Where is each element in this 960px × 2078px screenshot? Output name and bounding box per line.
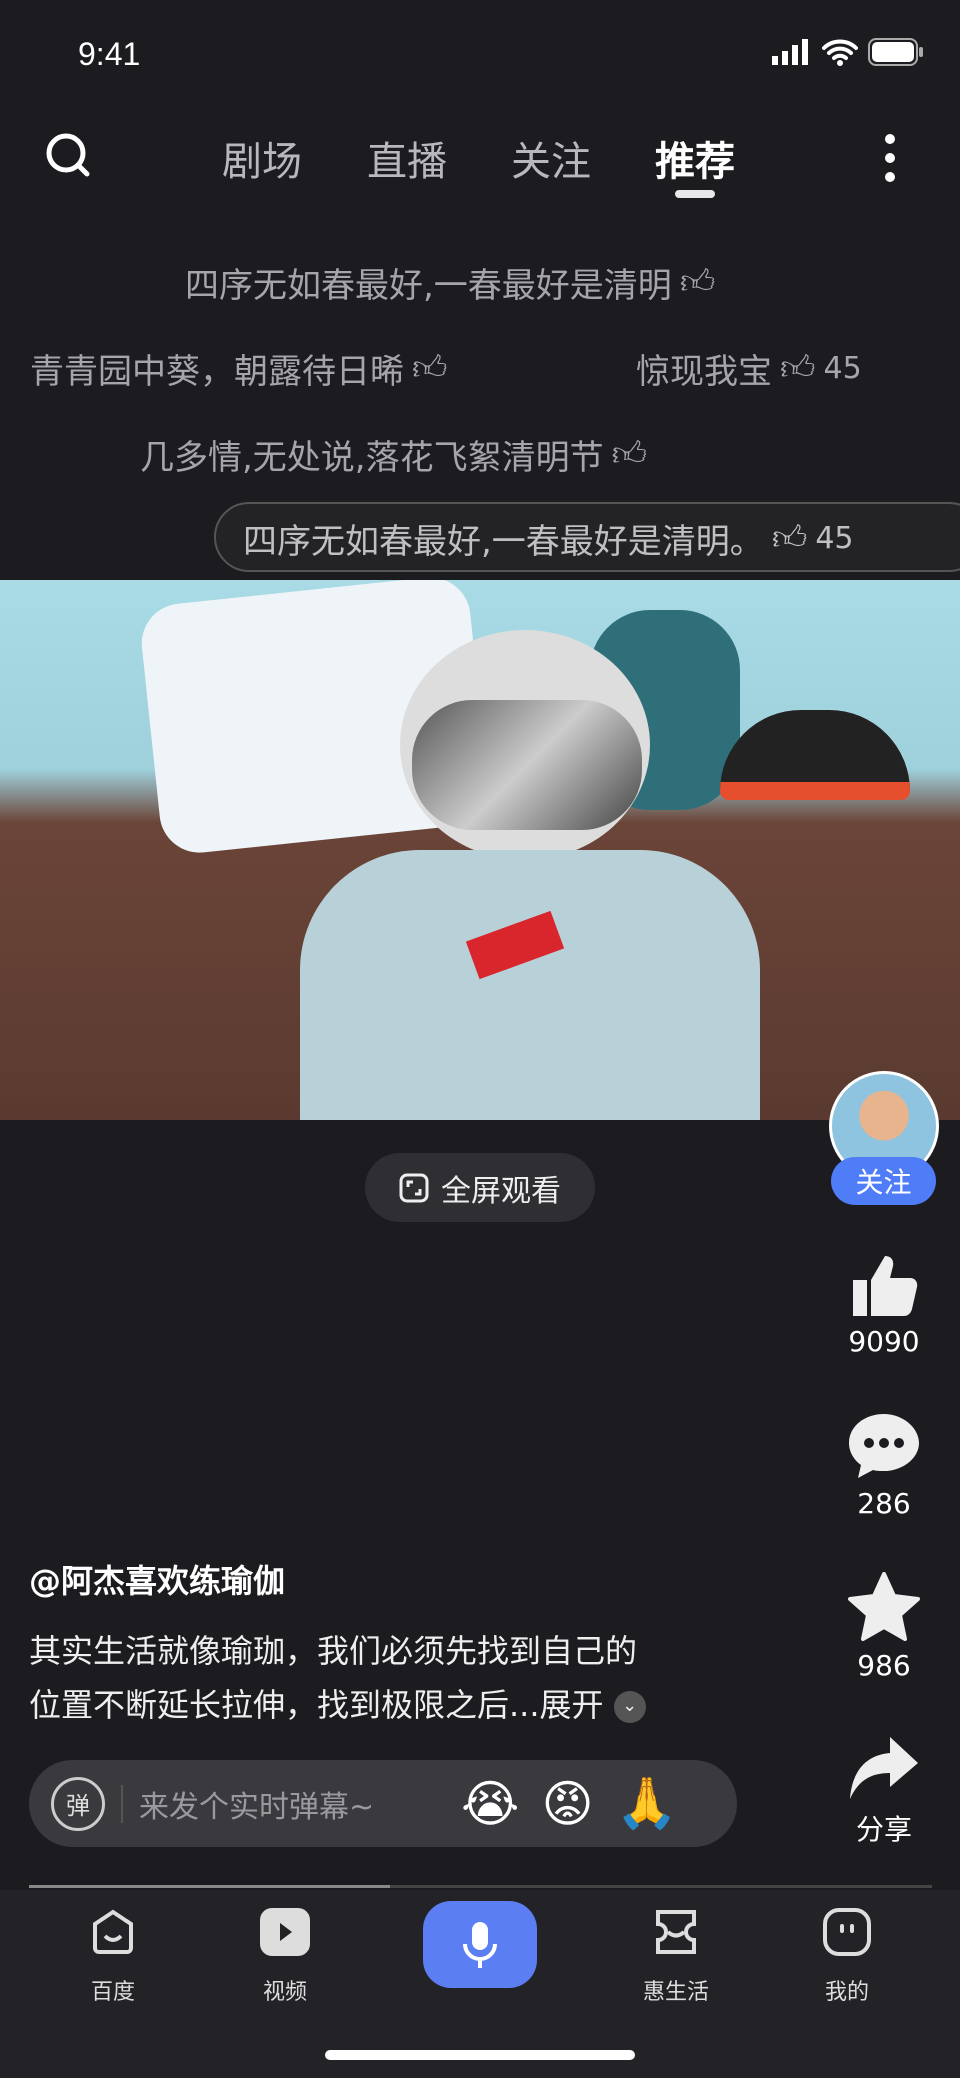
status-time: 9:41: [78, 36, 141, 72]
active-tab-indicator: [675, 190, 715, 198]
danmaku-input[interactable]: 来发个实时弹幕~: [139, 1782, 439, 1826]
thumb-up-icon[interactable]: 👍︎: [680, 262, 716, 303]
thumb-up-icon[interactable]: 👍︎: [412, 348, 448, 389]
danmaku-text: 惊现我宝: [636, 352, 772, 392]
fullscreen-label: 全屏观看: [441, 1173, 561, 1209]
comment-button[interactable]: 286: [826, 1412, 942, 1520]
voice-search-button[interactable]: [423, 1901, 537, 1988]
username[interactable]: @阿杰喜欢练瑜伽: [29, 1556, 285, 1602]
share-icon: [850, 1737, 918, 1799]
thumb-up-icon[interactable]: 👍︎: [772, 518, 808, 559]
favorite-button[interactable]: 986: [826, 1572, 942, 1682]
comment-count: 286: [857, 1487, 911, 1520]
star-icon: [848, 1572, 920, 1641]
emoji-angry[interactable]: 😡: [541, 1775, 593, 1833]
nav-label: 视频: [262, 1980, 307, 2005]
tab-following[interactable]: 关注: [511, 129, 591, 187]
danmaku-text: 几多情,无处说,落花飞絮清明节: [140, 438, 604, 478]
cap: [720, 710, 910, 800]
nav-baidu[interactable]: 百度: [53, 1908, 173, 2006]
post-description: 其实生活就像瑜珈，我们必须先找到自己的 位置不断延长拉伸，找到极限之后...展开…: [29, 1624, 749, 1732]
like-count: 45: [823, 351, 862, 386]
smile-bag-icon: [656, 1910, 696, 1954]
danmaku-text: 四序无如春最好,一春最好是清明。: [243, 522, 764, 562]
like-button[interactable]: 9090: [826, 1252, 942, 1358]
thumb-up-icon[interactable]: 👍︎: [780, 348, 816, 389]
expand-label: 展开: [539, 1686, 604, 1724]
divider: [121, 1784, 123, 1823]
microphone-icon: [463, 1921, 497, 1968]
comment-icon: [849, 1414, 919, 1478]
share-label: 分享: [855, 1813, 912, 1846]
danmaku-item[interactable]: 青青园中葵，朝露待日晞 👍︎: [30, 344, 448, 393]
video-frame[interactable]: [0, 580, 960, 1120]
tab-theater[interactable]: 剧场: [222, 129, 302, 187]
danmaku-text: 四序无如春最好,一春最好是清明: [185, 266, 672, 306]
nav-label: 我的: [824, 1980, 869, 2005]
more-icon[interactable]: [880, 131, 900, 185]
danmaku-item[interactable]: 惊现我宝 👍︎ 45: [636, 344, 862, 393]
emoji-laugh-cry[interactable]: 😭: [461, 1775, 519, 1833]
tab-recommended[interactable]: 推荐: [655, 129, 735, 187]
share-button[interactable]: 分享: [826, 1735, 942, 1848]
search-icon[interactable]: [44, 131, 94, 181]
emoji-pray[interactable]: 🙏: [616, 1774, 678, 1833]
top-nav: 剧场 直播 关注 推荐: [0, 125, 960, 195]
like-count: 9090: [848, 1325, 920, 1358]
nav-label: 百度: [90, 1980, 135, 2005]
follow-button[interactable]: 关注: [831, 1157, 936, 1205]
nav-label: 惠生活: [642, 1980, 709, 2005]
nav-hui-life[interactable]: 惠生活: [616, 1908, 736, 2006]
danmaku-text: 青青园中葵，朝露待日晞: [30, 352, 404, 392]
play-icon: [260, 1908, 310, 1956]
expand-button[interactable]: 展开 ⌄: [540, 1686, 646, 1724]
chevron-down-icon: ⌄: [613, 1691, 646, 1723]
favorite-count: 986: [857, 1649, 911, 1682]
nav-mine[interactable]: 我的: [787, 1908, 907, 2006]
thumb-up-icon: [853, 1256, 918, 1316]
home-indicator: [325, 2050, 635, 2060]
fullscreen-icon: [399, 1173, 429, 1202]
nav-video[interactable]: 视频: [225, 1908, 345, 2006]
progress-fill: [29, 1885, 391, 1888]
danmaku-toggle-icon[interactable]: 弹: [51, 1776, 105, 1831]
battery-icon: [868, 38, 923, 66]
home-face-icon: [93, 1909, 133, 1954]
visor: [412, 700, 642, 830]
hoodie: [300, 850, 760, 1120]
danmaku-item[interactable]: 四序无如春最好,一春最好是清明 👍︎: [185, 258, 715, 307]
danmaku-item[interactable]: 四序无如春最好,一春最好是清明。 👍︎ 45: [243, 514, 854, 563]
like-count: 45: [815, 521, 854, 556]
profile-face-icon: [823, 1908, 871, 1956]
danmaku-item[interactable]: 几多情,无处说,落花飞絮清明节 👍︎: [140, 430, 647, 479]
wifi-icon: [822, 39, 858, 66]
video-progress-bar[interactable]: [29, 1885, 932, 1888]
tab-live[interactable]: 直播: [367, 129, 447, 187]
thumb-up-icon[interactable]: 👍︎: [612, 434, 648, 475]
fullscreen-button[interactable]: 全屏观看: [365, 1153, 595, 1222]
danmaku-input-bar: 弹 来发个实时弹幕~ 😭 😡 🙏: [29, 1760, 737, 1847]
desc-line: 其实生活就像瑜珈，我们必须先找到自己的: [29, 1632, 638, 1670]
status-icons: [772, 38, 924, 66]
desc-line: 位置不断延长拉伸，找到极限之后...: [29, 1686, 540, 1724]
signal-icon: [772, 39, 808, 65]
